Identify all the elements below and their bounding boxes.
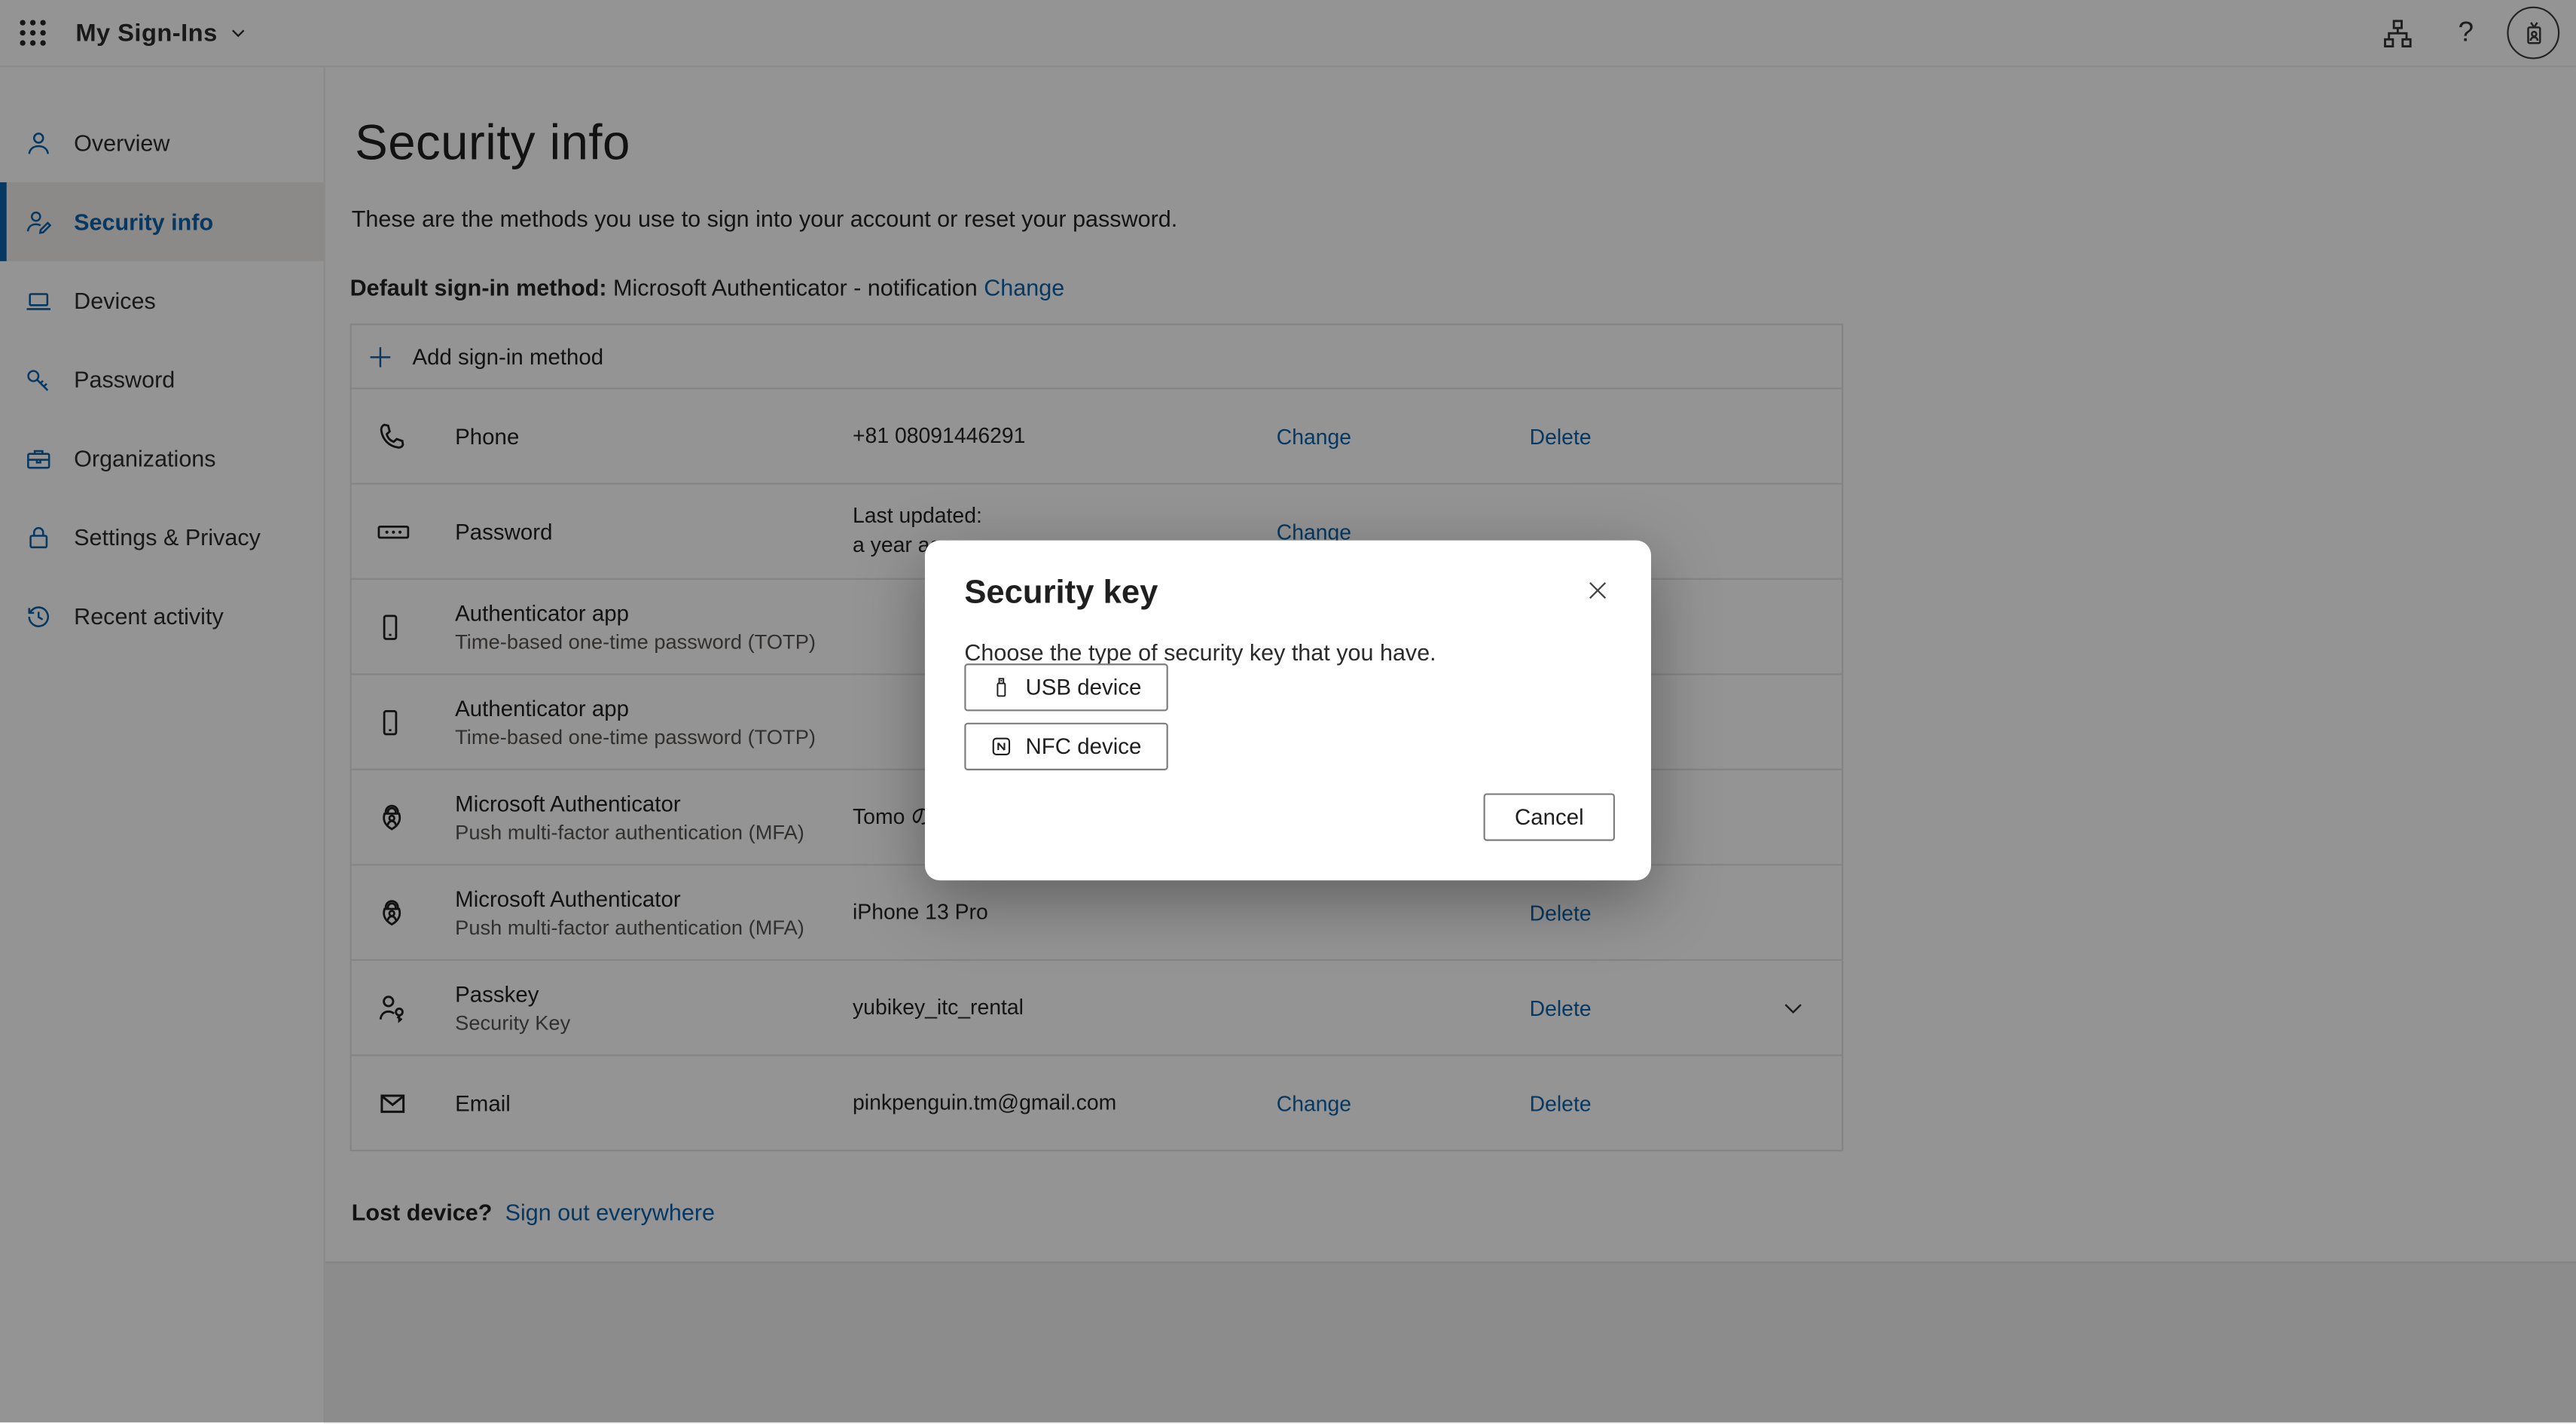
my-signins-app: My Sign-Ins ? — [0, 0, 2576, 1422]
cancel-label: Cancel — [1515, 805, 1584, 830]
cancel-button[interactable]: Cancel — [1484, 793, 1615, 840]
dialog-body-text: Choose the type of security key that you… — [964, 639, 1436, 665]
nfc-device-button[interactable]: NFC device — [964, 723, 1167, 770]
security-key-dialog: Security key Choose the type of security… — [925, 541, 1651, 880]
usb-device-label: USB device — [1025, 675, 1141, 700]
usb-device-button[interactable]: USB device — [964, 663, 1167, 711]
close-icon[interactable] — [1579, 572, 1615, 608]
usb-stick-icon — [991, 675, 1012, 700]
dialog-title: Security key — [964, 575, 1158, 612]
nfc-icon — [991, 736, 1012, 757]
nfc-device-label: NFC device — [1026, 734, 1142, 759]
